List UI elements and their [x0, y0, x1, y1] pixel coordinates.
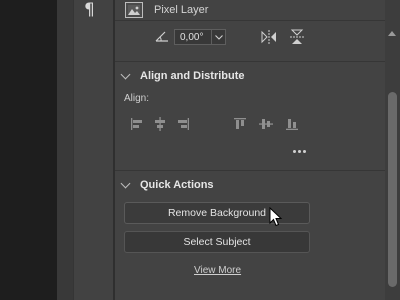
collapsed-panel-strip: ¶: [73, 0, 113, 300]
quick-actions-section-header[interactable]: Quick Actions: [120, 178, 214, 191]
divider: [115, 170, 385, 171]
canvas-area: [0, 0, 57, 300]
chevron-down-icon[interactable]: [120, 69, 131, 80]
align-bottom-edges-icon[interactable]: [285, 117, 299, 131]
section-title: Quick Actions: [140, 179, 214, 191]
chevron-down-icon[interactable]: [211, 30, 225, 44]
align-top-edges-icon[interactable]: [233, 117, 247, 131]
align-left-edges-icon[interactable]: [130, 117, 144, 131]
angle-icon: [155, 30, 169, 45]
align-section-header[interactable]: Align and Distribute: [120, 69, 245, 82]
align-vertical-centers-icon[interactable]: [259, 117, 273, 131]
mouse-cursor-icon: [269, 206, 283, 230]
dot: [303, 150, 306, 153]
paragraph-icon[interactable]: ¶: [84, 0, 95, 20]
image-icon: [125, 2, 143, 18]
rotation-angle-value[interactable]: 0,00°: [175, 32, 211, 43]
align-right-edges-icon[interactable]: [176, 117, 190, 131]
section-title: Align and Distribute: [140, 70, 245, 82]
flip-horizontal-icon[interactable]: [261, 30, 277, 47]
dot: [298, 150, 301, 153]
divider: [115, 20, 385, 21]
more-options-icon[interactable]: [293, 150, 308, 153]
align-label: Align:: [124, 93, 150, 104]
align-vertical-group: [233, 117, 299, 131]
flip-vertical-icon[interactable]: [290, 29, 304, 48]
select-subject-button[interactable]: Select Subject: [124, 231, 310, 253]
panel-gutter: [57, 0, 73, 300]
view-more-link[interactable]: View More: [194, 265, 241, 276]
properties-panel: Pixel Layer 0,00° Align and Distribute A…: [115, 0, 385, 300]
layer-kind-label: Pixel Layer: [154, 4, 209, 16]
align-horizontal-group: [130, 117, 190, 131]
dot: [293, 150, 296, 153]
chevron-down-icon[interactable]: [120, 178, 131, 189]
divider: [115, 61, 385, 62]
scroll-up-arrow-icon[interactable]: [388, 31, 396, 36]
align-horizontal-centers-icon[interactable]: [153, 117, 167, 131]
rotation-angle-field[interactable]: 0,00°: [174, 29, 226, 45]
layer-kind-row: Pixel Layer: [125, 0, 208, 20]
scrollbar[interactable]: [385, 0, 400, 300]
scrollbar-thumb[interactable]: [388, 92, 397, 287]
